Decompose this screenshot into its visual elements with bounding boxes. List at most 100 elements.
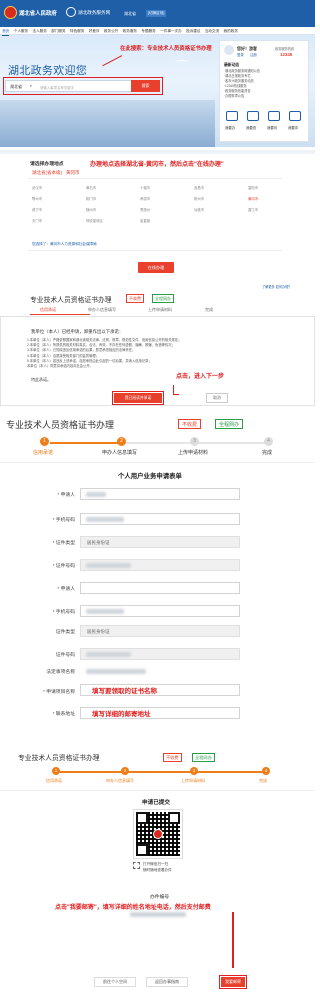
personal-space-button[interactable]: 前往个人空间 (94, 977, 136, 987)
agree-commit-button[interactable]: 我已阅读并承诺 (112, 391, 164, 405)
news-item[interactable]: ·办理事项公告 (224, 94, 308, 99)
tile-label[interactable]: 我要办 (225, 125, 235, 130)
avatar (224, 45, 234, 55)
query-icon[interactable] (247, 111, 259, 121)
annotation-region: 办理地点选择湖北省-黄冈市，然后点击"在线办理" (90, 162, 224, 168)
step-label: 信用承诺 (33, 450, 54, 456)
badge-online: 全程网办 (152, 294, 174, 303)
province-tab[interactable]: 湖北省(省本级) (32, 170, 62, 176)
qr-corner-icon (168, 812, 180, 824)
city-option[interactable]: 黄冈市 (248, 196, 258, 201)
city-option[interactable]: 省直管 (140, 218, 150, 223)
tab-divider (28, 178, 283, 179)
badge-free: 不收费 (163, 753, 182, 762)
agent-id-type-select[interactable]: 居民身份证 (80, 625, 240, 637)
field-label: * 申请项目名称 (43, 690, 75, 695)
annotation-project-name: 填写要领取的证书名称 (92, 688, 157, 695)
case-number-label: 办件编号 (150, 895, 170, 900)
done-section-title: 专业技术人员资格证书办理 (18, 755, 100, 762)
step-tab: 申办人信息填写 (88, 307, 116, 312)
main-nav: 首页 个人服务 法人服务 部门服务 特色服务 好差评 政务公开 政务服务 专题服务 一件事一次办投… (0, 27, 315, 36)
step-label: 申办人信息填写 (106, 778, 134, 783)
badge-free: 不收费 (126, 294, 144, 303)
agent-name-input[interactable] (80, 582, 240, 594)
login-link[interactable]: 登录 (237, 52, 244, 57)
redacted-value (130, 912, 186, 917)
redacted-value (86, 492, 106, 497)
portal-logo-icon (66, 7, 76, 17)
commit-items: 1.本单位（本人）严格依照国家和湖北省相关法律、法规、规章、规范性文件、信用信息… (27, 338, 289, 369)
step-dot-3: 3 (190, 437, 199, 446)
city-option[interactable]: 潜江市 (248, 207, 258, 212)
badge-free: 不收费 (178, 419, 202, 429)
field-label: * 申请人 (57, 587, 75, 592)
ask-icon[interactable] (268, 111, 280, 121)
nav-item[interactable]: 专题服务 (141, 27, 155, 35)
city-option[interactable]: 襄阳市 (248, 185, 258, 190)
portal-header-section: 湖北省人民政府 湖北政务服务网 湖北省 [切换区划] 首页 个人服务 法人服务 部门服… (0, 0, 315, 147)
city-option[interactable]: 天门市 (32, 218, 42, 223)
nav-item[interactable]: 投诉建议 (186, 27, 200, 35)
badge-online: 全程网办 (215, 419, 244, 429)
id-type-select[interactable]: 居民身份证 (80, 536, 240, 548)
region-select-section: 请选择办理地点 办理地点选择湖北省-黄冈市，然后点击"在线办理" 湖北省(省本级… (0, 150, 315, 290)
city-tab[interactable]: 黄冈市 (66, 170, 80, 176)
nav-item[interactable]: 政务服务 (123, 27, 137, 35)
nav-item[interactable]: 部门服务 (51, 27, 65, 35)
cancel-button[interactable]: 取消 (206, 393, 228, 403)
rate-icon[interactable] (289, 111, 301, 121)
nav-item[interactable]: 法人服务 (33, 27, 47, 35)
online-apply-button[interactable]: 在线办理 (138, 262, 174, 273)
hotline-number: 12345 (280, 52, 293, 57)
step-tab: 上传申请材料 (148, 307, 172, 312)
field-label: 证件类型 (55, 630, 75, 635)
city-option[interactable]: 恩施州 (140, 207, 150, 212)
nav-item-home[interactable]: 首页 (2, 27, 10, 36)
qr-center-logo-icon (153, 829, 163, 839)
switch-region-link[interactable]: [切换区划] (146, 10, 167, 17)
step-label: 上传申请材料 (178, 450, 209, 456)
gov-emblem-icon (4, 6, 17, 19)
news-list: ·湖北政务服务网通知公告 ·湖北日报政务专栏 ·各市州政务服务动态 ·12345… (224, 69, 308, 99)
scan-icon (133, 862, 140, 869)
location-label: 湖北省 (124, 11, 136, 16)
annotation-commit: 点击，进入下一步 (176, 374, 225, 380)
field-label: 法定事项名称 (46, 670, 75, 675)
step-label: 信用承诺 (46, 778, 62, 783)
qr-caption-2: 随时随地查看办件 (143, 868, 172, 872)
tile-label[interactable]: 我要问 (267, 125, 277, 130)
city-option[interactable]: 黄石市 (86, 185, 96, 190)
step-dot-1: 1 (40, 437, 49, 446)
city-option[interactable]: 神农架林区 (86, 218, 103, 223)
nav-item[interactable]: 个人服务 (14, 27, 28, 35)
nav-item[interactable]: 特色服务 (70, 27, 84, 35)
nav-item[interactable]: 一件事一次办 (160, 27, 182, 35)
nav-item[interactable]: 互动交流 (205, 27, 219, 35)
city-option[interactable]: 咸宁市 (32, 207, 42, 212)
tile-label[interactable]: 我要评 (288, 125, 298, 130)
mail-button[interactable]: 我要邮寄 (218, 974, 248, 990)
section-separator (0, 790, 315, 791)
back-to-guide-button[interactable]: 返回办事指南 (146, 977, 188, 987)
city-option[interactable]: 孝感市 (140, 196, 150, 201)
nav-item[interactable]: 我的政务 (224, 27, 238, 35)
register-link[interactable]: 注册 (250, 52, 257, 57)
city-option[interactable]: 鄂州市 (32, 196, 42, 201)
step-dot-1: 1 (52, 767, 60, 775)
city-option[interactable]: 仙桃市 (194, 207, 204, 212)
city-option[interactable]: 荆门市 (86, 196, 96, 201)
tile-label[interactable]: 我要查 (246, 125, 256, 130)
nav-item[interactable]: 政务公开 (104, 27, 118, 35)
city-skyline-image (0, 100, 215, 147)
faq-link[interactable]: 了解更多 如何办理？ (262, 284, 292, 289)
handle-icon[interactable] (226, 111, 238, 121)
nav-item[interactable]: 好差评 (89, 27, 100, 35)
city-option[interactable]: 宜昌市 (194, 185, 204, 190)
step-label: 完成 (259, 778, 267, 783)
city-option[interactable]: 武汉市 (32, 185, 42, 190)
city-option[interactable]: 随州市 (86, 207, 96, 212)
city-option[interactable]: 荆州市 (194, 196, 204, 201)
qr-caption-1: 打开微信扫一扫 (143, 862, 169, 866)
city-option[interactable]: 十堰市 (140, 185, 150, 190)
redacted-value (86, 563, 131, 568)
